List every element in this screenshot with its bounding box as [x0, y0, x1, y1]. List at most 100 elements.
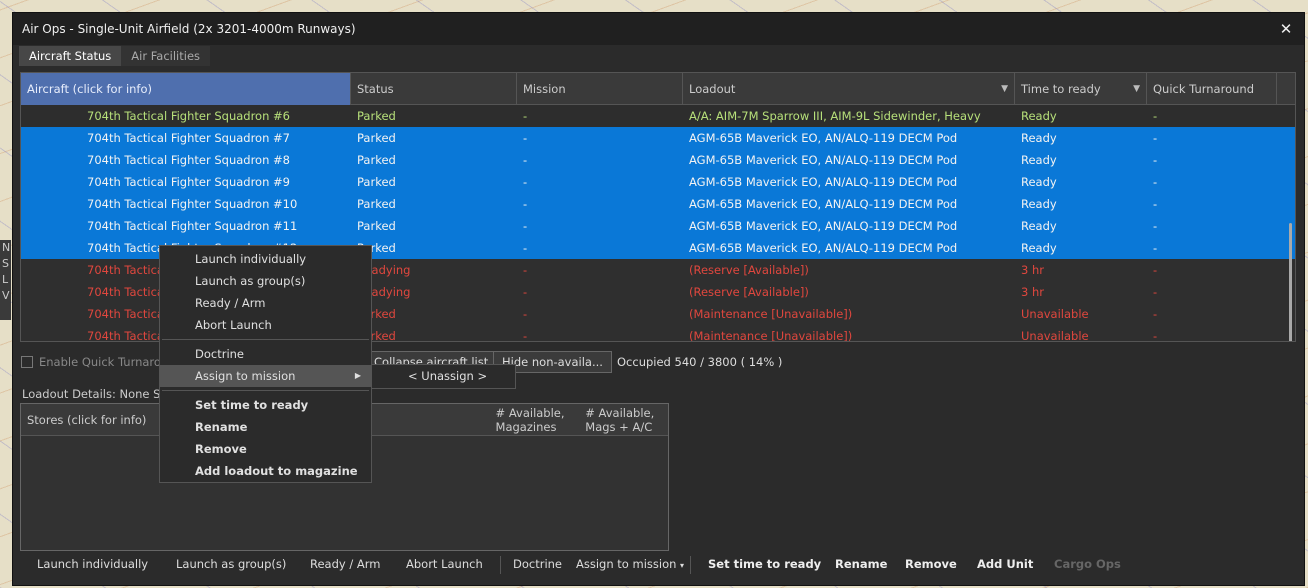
cell-loadout: (Maintenance [Unavailable]): [689, 307, 853, 321]
cell-quick-turnaround: -: [1153, 197, 1158, 211]
cell-mission: -: [523, 109, 528, 123]
menu-add-loadout-to-magazine[interactable]: Add loadout to magazine: [160, 460, 371, 482]
menu-ready-arm[interactable]: Ready / Arm: [160, 292, 371, 314]
set-time-to-ready-button[interactable]: Set time to ready: [708, 557, 821, 571]
launch-individually-button[interactable]: Launch individually: [37, 557, 148, 571]
cell-loadout: A/A: AIM-7M Sparrow III, AIM-9L Sidewind…: [689, 109, 981, 123]
cell-quick-turnaround: -: [1153, 241, 1158, 255]
cell-mission: -: [523, 241, 528, 255]
table-row[interactable]: 704th Tactical Fighter Squadron #9 Parked…: [21, 171, 1295, 193]
menu-separator: [162, 390, 369, 391]
occupied-readout: Occupied 540 / 3800 ( 14% ): [617, 355, 783, 369]
cell-loadout: (Reserve [Available]): [689, 263, 809, 277]
toolbar-divider: [500, 556, 501, 574]
add-unit-button[interactable]: Add Unit: [977, 557, 1033, 571]
cell-quick-turnaround: -: [1153, 263, 1158, 277]
cell-mission: -: [523, 197, 528, 211]
cell-time-to-ready: Unavailable: [1021, 329, 1089, 342]
cell-status: Parked: [357, 307, 396, 321]
cell-loadout: AGM-65B Maverick EO, AN/ALQ-119 DECM Pod: [689, 219, 958, 233]
cell-quick-turnaround: -: [1153, 153, 1158, 167]
tab-air-facilities[interactable]: Air Facilities: [121, 46, 211, 66]
cell-loadout: AGM-65B Maverick EO, AN/ALQ-119 DECM Pod: [689, 131, 958, 145]
cell-aircraft: 704th Tactical Fighter Squadron #11: [87, 219, 298, 233]
title-bar: Air Ops - Single-Unit Airfield (2x 3201-…: [13, 13, 1304, 45]
col-header-loadout[interactable]: Loadout ▼: [683, 73, 1015, 105]
submenu-arrow-icon: ▶: [354, 371, 361, 380]
col-header-aircraft[interactable]: Aircraft (click for info): [21, 73, 351, 105]
assign-to-mission-button[interactable]: Assign to mission ▾: [576, 557, 684, 571]
cell-time-to-ready: Unavailable: [1021, 307, 1089, 321]
cell-time-to-ready: 3 hr: [1021, 285, 1044, 299]
side-letter: N: [2, 241, 11, 254]
cell-mission: -: [523, 285, 528, 299]
close-icon[interactable]: ✕: [1276, 19, 1296, 39]
menu-abort-launch[interactable]: Abort Launch: [160, 314, 371, 336]
cell-status: Parked: [357, 175, 396, 189]
cell-status: Readying: [357, 285, 411, 299]
rename-button[interactable]: Rename: [835, 557, 887, 571]
doctrine-button[interactable]: Doctrine: [513, 557, 562, 571]
cell-loadout: AGM-65B Maverick EO, AN/ALQ-119 DECM Pod: [689, 241, 958, 255]
col-header-line: # Available,: [495, 406, 565, 420]
menu-remove[interactable]: Remove: [160, 438, 371, 460]
cell-mission: -: [523, 175, 528, 189]
cargo-ops-button[interactable]: Cargo Ops: [1054, 557, 1121, 571]
col-header-time-label: Time to ready: [1021, 82, 1101, 96]
submenu-unassign[interactable]: < Unassign >: [371, 364, 516, 389]
filter-dropdown-icon[interactable]: ▼: [1001, 73, 1008, 105]
table-row[interactable]: 704th Tactical Fighter Squadron #8 Parked…: [21, 149, 1295, 171]
menu-launch-as-group[interactable]: Launch as group(s): [160, 270, 371, 292]
col-header-available-mags-ac[interactable]: # Available, Mags + A/C: [579, 404, 668, 435]
col-header-line: Magazines: [495, 420, 557, 434]
menu-set-time-to-ready[interactable]: Set time to ready: [160, 394, 371, 416]
tab-aircraft-status[interactable]: Aircraft Status: [19, 46, 122, 66]
menu-launch-individually[interactable]: Launch individually: [160, 248, 371, 270]
menu-doctrine[interactable]: Doctrine: [160, 343, 371, 365]
cell-quick-turnaround: -: [1153, 285, 1158, 299]
cell-loadout: AGM-65B Maverick EO, AN/ALQ-119 DECM Pod: [689, 197, 958, 211]
cell-time-to-ready: Ready: [1021, 241, 1057, 255]
cell-status: Parked: [357, 241, 396, 255]
menu-assign-label: Assign to mission: [195, 369, 296, 383]
side-letter: V: [2, 289, 10, 302]
col-header-loadout-label: Loadout: [689, 82, 736, 96]
cell-time-to-ready: Ready: [1021, 197, 1057, 211]
cell-quick-turnaround: -: [1153, 175, 1158, 189]
table-row[interactable]: 704th Tactical Fighter Squadron #7 Parked…: [21, 127, 1295, 149]
table-row[interactable]: 704th Tactical Fighter Squadron #10 Parke…: [21, 193, 1295, 215]
cell-status: Parked: [357, 131, 396, 145]
cell-loadout: AGM-65B Maverick EO, AN/ALQ-119 DECM Pod: [689, 175, 958, 189]
cell-status: Parked: [357, 197, 396, 211]
cell-aircraft: 704th Tactical Fighter Squadron #8: [87, 153, 290, 167]
enable-quick-checkbox[interactable]: [21, 356, 33, 368]
cell-status: Parked: [357, 153, 396, 167]
cell-time-to-ready: Ready: [1021, 175, 1057, 189]
col-header-mission[interactable]: Mission: [517, 73, 683, 105]
abort-launch-button[interactable]: Abort Launch: [406, 557, 483, 571]
cell-quick-turnaround: -: [1153, 109, 1158, 123]
cell-quick-turnaround: -: [1153, 131, 1158, 145]
cell-quick-turnaround: -: [1153, 219, 1158, 233]
remove-button[interactable]: Remove: [905, 557, 957, 571]
cell-time-to-ready: Ready: [1021, 109, 1057, 123]
cell-aircraft: 704th Tactical Fighter Squadron #10: [87, 197, 298, 211]
col-header-time-to-ready[interactable]: Time to ready ▼: [1015, 73, 1147, 105]
col-header-available-magazines[interactable]: # Available, Magazines: [490, 404, 580, 435]
side-letter: S: [2, 257, 9, 270]
ready-arm-button[interactable]: Ready / Arm: [310, 557, 380, 571]
cell-loadout: AGM-65B Maverick EO, AN/ALQ-119 DECM Pod: [689, 153, 958, 167]
col-header-line: Mags + A/C: [585, 420, 653, 434]
col-header-status[interactable]: Status: [351, 73, 517, 105]
table-row[interactable]: 704th Tactical Fighter Squadron #11 Parke…: [21, 215, 1295, 237]
scrollbar-thumb[interactable]: [1289, 223, 1292, 341]
menu-assign-to-mission[interactable]: Assign to mission ▶: [160, 365, 371, 387]
launch-as-group-button[interactable]: Launch as group(s): [176, 557, 286, 571]
menu-rename[interactable]: Rename: [160, 416, 371, 438]
cell-time-to-ready: Ready: [1021, 153, 1057, 167]
cell-status: Parked: [357, 219, 396, 233]
filter-dropdown-icon[interactable]: ▼: [1133, 73, 1140, 105]
col-header-quick-turnaround[interactable]: Quick Turnaround: [1147, 73, 1277, 105]
table-row[interactable]: 704th Tactical Fighter Squadron #6 Parked…: [21, 105, 1295, 127]
col-header-line: # Available,: [585, 406, 655, 420]
